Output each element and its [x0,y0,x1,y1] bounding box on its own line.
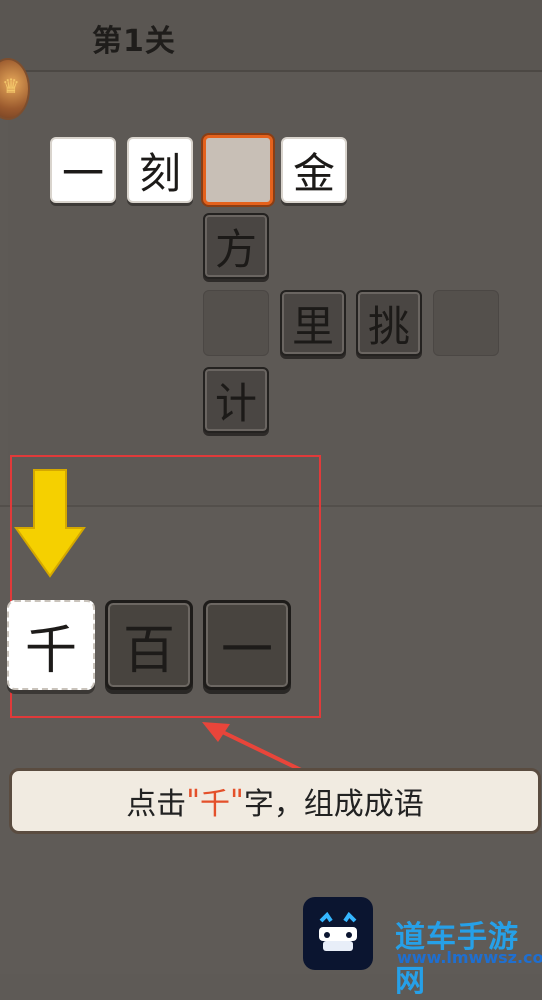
hint-highlight-char: 千 [200,787,230,822]
hint-quote-open: " [186,783,200,819]
down-arrow-icon [14,469,86,578]
hint-text-before: 点击 [126,787,187,822]
hint-text-after: 字，组成成语 [243,787,424,822]
hint-quote-close: " [230,783,244,819]
choice-tile-bai[interactable]: 百 [105,600,193,690]
grid-cell-r1c2[interactable]: 刻 [127,137,193,203]
grid-cell-r3c2[interactable]: 里 [280,290,346,356]
choice-tile-yi[interactable]: 一 [203,600,291,690]
choice-tile-qian[interactable]: 千 [7,600,95,690]
hint-bar: 点击 " 千 " 字，组成成语 [9,768,541,834]
watermark-logo-icon [303,897,373,970]
grid-cell-fang[interactable]: 方 [203,213,269,279]
watermark-url: www.lmwwsz.com [397,948,542,967]
level-title: 第1关 [92,24,176,59]
grid-cell-r1c3-selected[interactable] [203,135,273,205]
grid-cell-r3c3[interactable]: 挑 [356,290,422,356]
grid-cell-r1c1[interactable]: 一 [50,137,116,203]
grid-cell-r3c1[interactable] [203,290,269,356]
grid-cell-r3c4[interactable] [433,290,499,356]
grid-cell-r1c4[interactable]: 金 [281,137,347,203]
grid-cell-ji[interactable]: 计 [203,367,269,433]
top-bar: 第1关 [0,0,542,72]
